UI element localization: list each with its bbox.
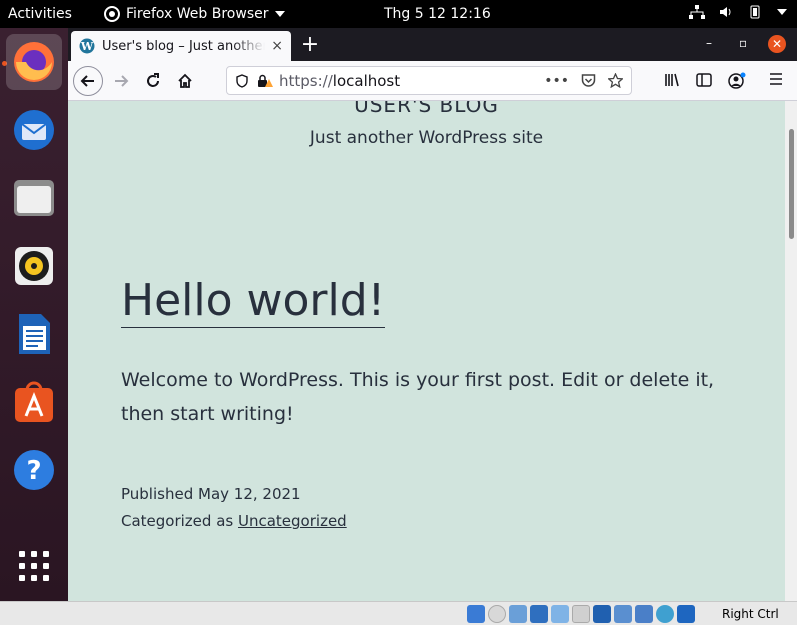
bookmark-star-icon[interactable] <box>608 73 623 88</box>
category-line: Categorized as Uncategorized <box>121 508 347 535</box>
post-meta: Published May 12, 2021 Categorized as Un… <box>121 481 347 535</box>
firefox-icon[interactable] <box>6 34 62 90</box>
audio-icon[interactable] <box>509 605 527 623</box>
tab-active[interactable]: W User's blog – Just another WordPress s… <box>71 31 291 61</box>
nav-toolbar: https://localhost ••• <box>68 61 797 101</box>
svg-text:?: ? <box>26 456 41 486</box>
system-menu-chevron-icon <box>777 9 787 15</box>
virtualbox-status-bar: Right Ctrl <box>0 601 797 625</box>
reload-icon <box>147 73 159 87</box>
top-bar: Activities Firefox Web Browser Thg 5 12 … <box>0 0 797 28</box>
firefox-small-icon <box>104 6 120 22</box>
url-text[interactable]: https://localhost <box>279 72 544 90</box>
page-actions-icon[interactable]: ••• <box>544 73 569 89</box>
minimize-icon[interactable]: – <box>706 36 712 50</box>
url-actions: ••• <box>544 73 623 89</box>
url-host: localhost <box>332 71 401 90</box>
network-adapter-icon[interactable] <box>530 605 548 623</box>
rhythmbox-icon[interactable] <box>6 238 62 294</box>
help-icon[interactable]: ? <box>6 442 62 498</box>
published-line: Published May 12, 2021 <box>121 481 347 508</box>
clock[interactable]: Thg 5 12 12:16 <box>384 6 491 22</box>
home-button[interactable] <box>170 66 200 96</box>
system-tray[interactable] <box>689 5 787 19</box>
home-icon <box>178 73 192 88</box>
page-scrollbar[interactable] <box>785 101 797 601</box>
published-label: Published <box>121 485 194 503</box>
sidebar-icon[interactable] <box>696 72 712 88</box>
dock: ? <box>0 28 68 601</box>
back-arrow-icon <box>80 75 94 87</box>
tab-title: User's blog – Just another WordPress sit… <box>102 38 266 54</box>
software-center-icon[interactable] <box>6 374 62 430</box>
site-title[interactable]: USER'S BLOG <box>68 101 785 117</box>
tracking-protection-shield-icon[interactable] <box>235 73 249 88</box>
forward-button[interactable] <box>106 66 136 96</box>
forward-arrow-icon <box>115 75 129 87</box>
app-menu[interactable]: Firefox Web Browser <box>104 6 285 22</box>
app-menu-label: Firefox Web Browser <box>126 6 269 22</box>
battery-icon <box>750 5 760 19</box>
network-icon <box>689 5 705 19</box>
category-link[interactable]: Uncategorized <box>238 512 347 530</box>
display-icon[interactable] <box>593 605 611 623</box>
host-key-label: Right Ctrl <box>722 607 779 621</box>
usb-icon[interactable] <box>551 605 569 623</box>
web-page: USER'S BLOG Just another WordPress site … <box>68 101 785 601</box>
category-label: Categorized as <box>121 512 234 530</box>
keyboard-capture-icon[interactable] <box>677 605 695 623</box>
pocket-icon[interactable] <box>581 73 596 88</box>
new-tab-button[interactable]: + <box>298 32 322 57</box>
activities-button[interactable]: Activities <box>8 6 72 22</box>
scrollbar-thumb[interactable] <box>789 129 794 239</box>
chevron-down-icon <box>274 11 285 17</box>
volume-icon <box>720 7 731 17</box>
recording-icon[interactable] <box>614 605 632 623</box>
insecure-lock-warning-icon[interactable] <box>257 74 273 88</box>
url-bar[interactable]: https://localhost ••• <box>226 66 632 95</box>
tab-bar: W User's blog – Just another WordPress s… <box>68 28 797 61</box>
mouse-integration-icon[interactable] <box>656 605 674 623</box>
published-date: May 12, 2021 <box>198 485 301 503</box>
library-icon[interactable] <box>664 72 680 88</box>
show-apps-icon[interactable] <box>6 538 62 594</box>
maximize-icon[interactable]: ▫ <box>739 36 747 50</box>
vbox-device-icons <box>467 605 695 623</box>
close-window-icon[interactable]: ✕ <box>768 35 786 53</box>
post-body: Welcome to WordPress. This is your first… <box>121 369 715 425</box>
shared-folders-icon[interactable] <box>572 605 590 623</box>
url-scheme: https:// <box>279 71 333 90</box>
post-title[interactable]: Hello world! <box>121 275 386 328</box>
firefox-window: W User's blog – Just another WordPress s… <box>68 28 797 601</box>
virtualization-icon[interactable] <box>635 605 653 623</box>
back-button[interactable] <box>73 66 103 96</box>
account-icon[interactable] <box>728 72 746 90</box>
libreoffice-writer-icon[interactable] <box>6 306 62 362</box>
thunderbird-icon[interactable] <box>6 102 62 158</box>
files-icon[interactable] <box>6 170 62 226</box>
optical-drive-icon[interactable] <box>488 605 506 623</box>
wordpress-favicon-icon: W <box>79 38 95 54</box>
hamburger-menu-icon[interactable] <box>769 72 783 86</box>
hard-disk-icon[interactable] <box>467 605 485 623</box>
desktop: Activities Firefox Web Browser Thg 5 12 … <box>0 0 797 625</box>
svg-text:W: W <box>80 40 94 53</box>
reload-button[interactable] <box>138 66 168 96</box>
site-description: Just another WordPress site <box>309 128 544 148</box>
tab-close-icon[interactable]: × <box>271 38 283 54</box>
